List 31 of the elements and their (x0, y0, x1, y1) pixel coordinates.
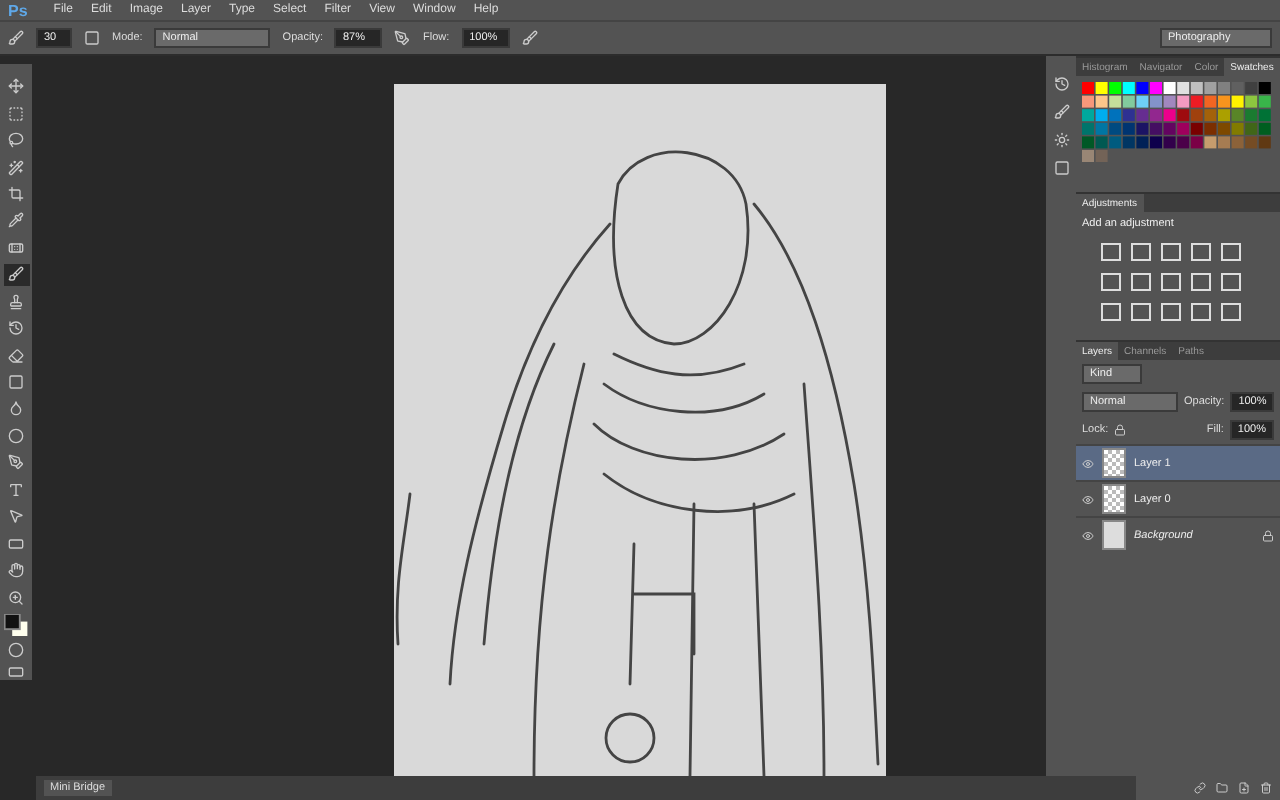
trash-icon[interactable] (1260, 782, 1272, 794)
eraser-icon[interactable] (3, 344, 29, 366)
brush-icon[interactable] (3, 264, 29, 285)
square-icon[interactable] (3, 371, 29, 393)
eye-icon[interactable] (1082, 529, 1094, 541)
app-logo: Ps (8, 1, 28, 19)
bandage-icon[interactable] (3, 237, 29, 259)
crop-icon[interactable] (3, 183, 29, 205)
layer-thumbnail (1102, 448, 1126, 478)
color-swatches-icon[interactable] (4, 613, 28, 637)
brush-presets-icon[interactable] (1053, 104, 1069, 120)
eye-icon[interactable] (1082, 457, 1094, 469)
sun-icon[interactable] (1053, 132, 1069, 148)
history-brush-icon[interactable] (3, 317, 29, 339)
history-icon[interactable] (1053, 76, 1069, 92)
lock-icon[interactable] (1114, 424, 1127, 436)
hand-icon[interactable] (3, 559, 29, 581)
move-icon[interactable] (3, 76, 29, 97)
brush-icon[interactable] (8, 30, 24, 46)
new-layer-icon[interactable] (1238, 782, 1250, 794)
dashed-square-icon[interactable] (3, 102, 29, 124)
wand-icon[interactable] (3, 156, 29, 178)
layer-thumbnail (1102, 520, 1126, 550)
pen-icon[interactable] (3, 452, 29, 474)
circle-icon[interactable] (3, 425, 29, 447)
link-icon[interactable] (1194, 782, 1206, 794)
layer-thumbnail (1102, 484, 1126, 514)
folder-icon[interactable] (1216, 782, 1228, 794)
lasso-icon[interactable] (3, 129, 29, 151)
eye-icon[interactable] (1082, 493, 1094, 505)
eyedropper-icon[interactable] (3, 210, 29, 232)
